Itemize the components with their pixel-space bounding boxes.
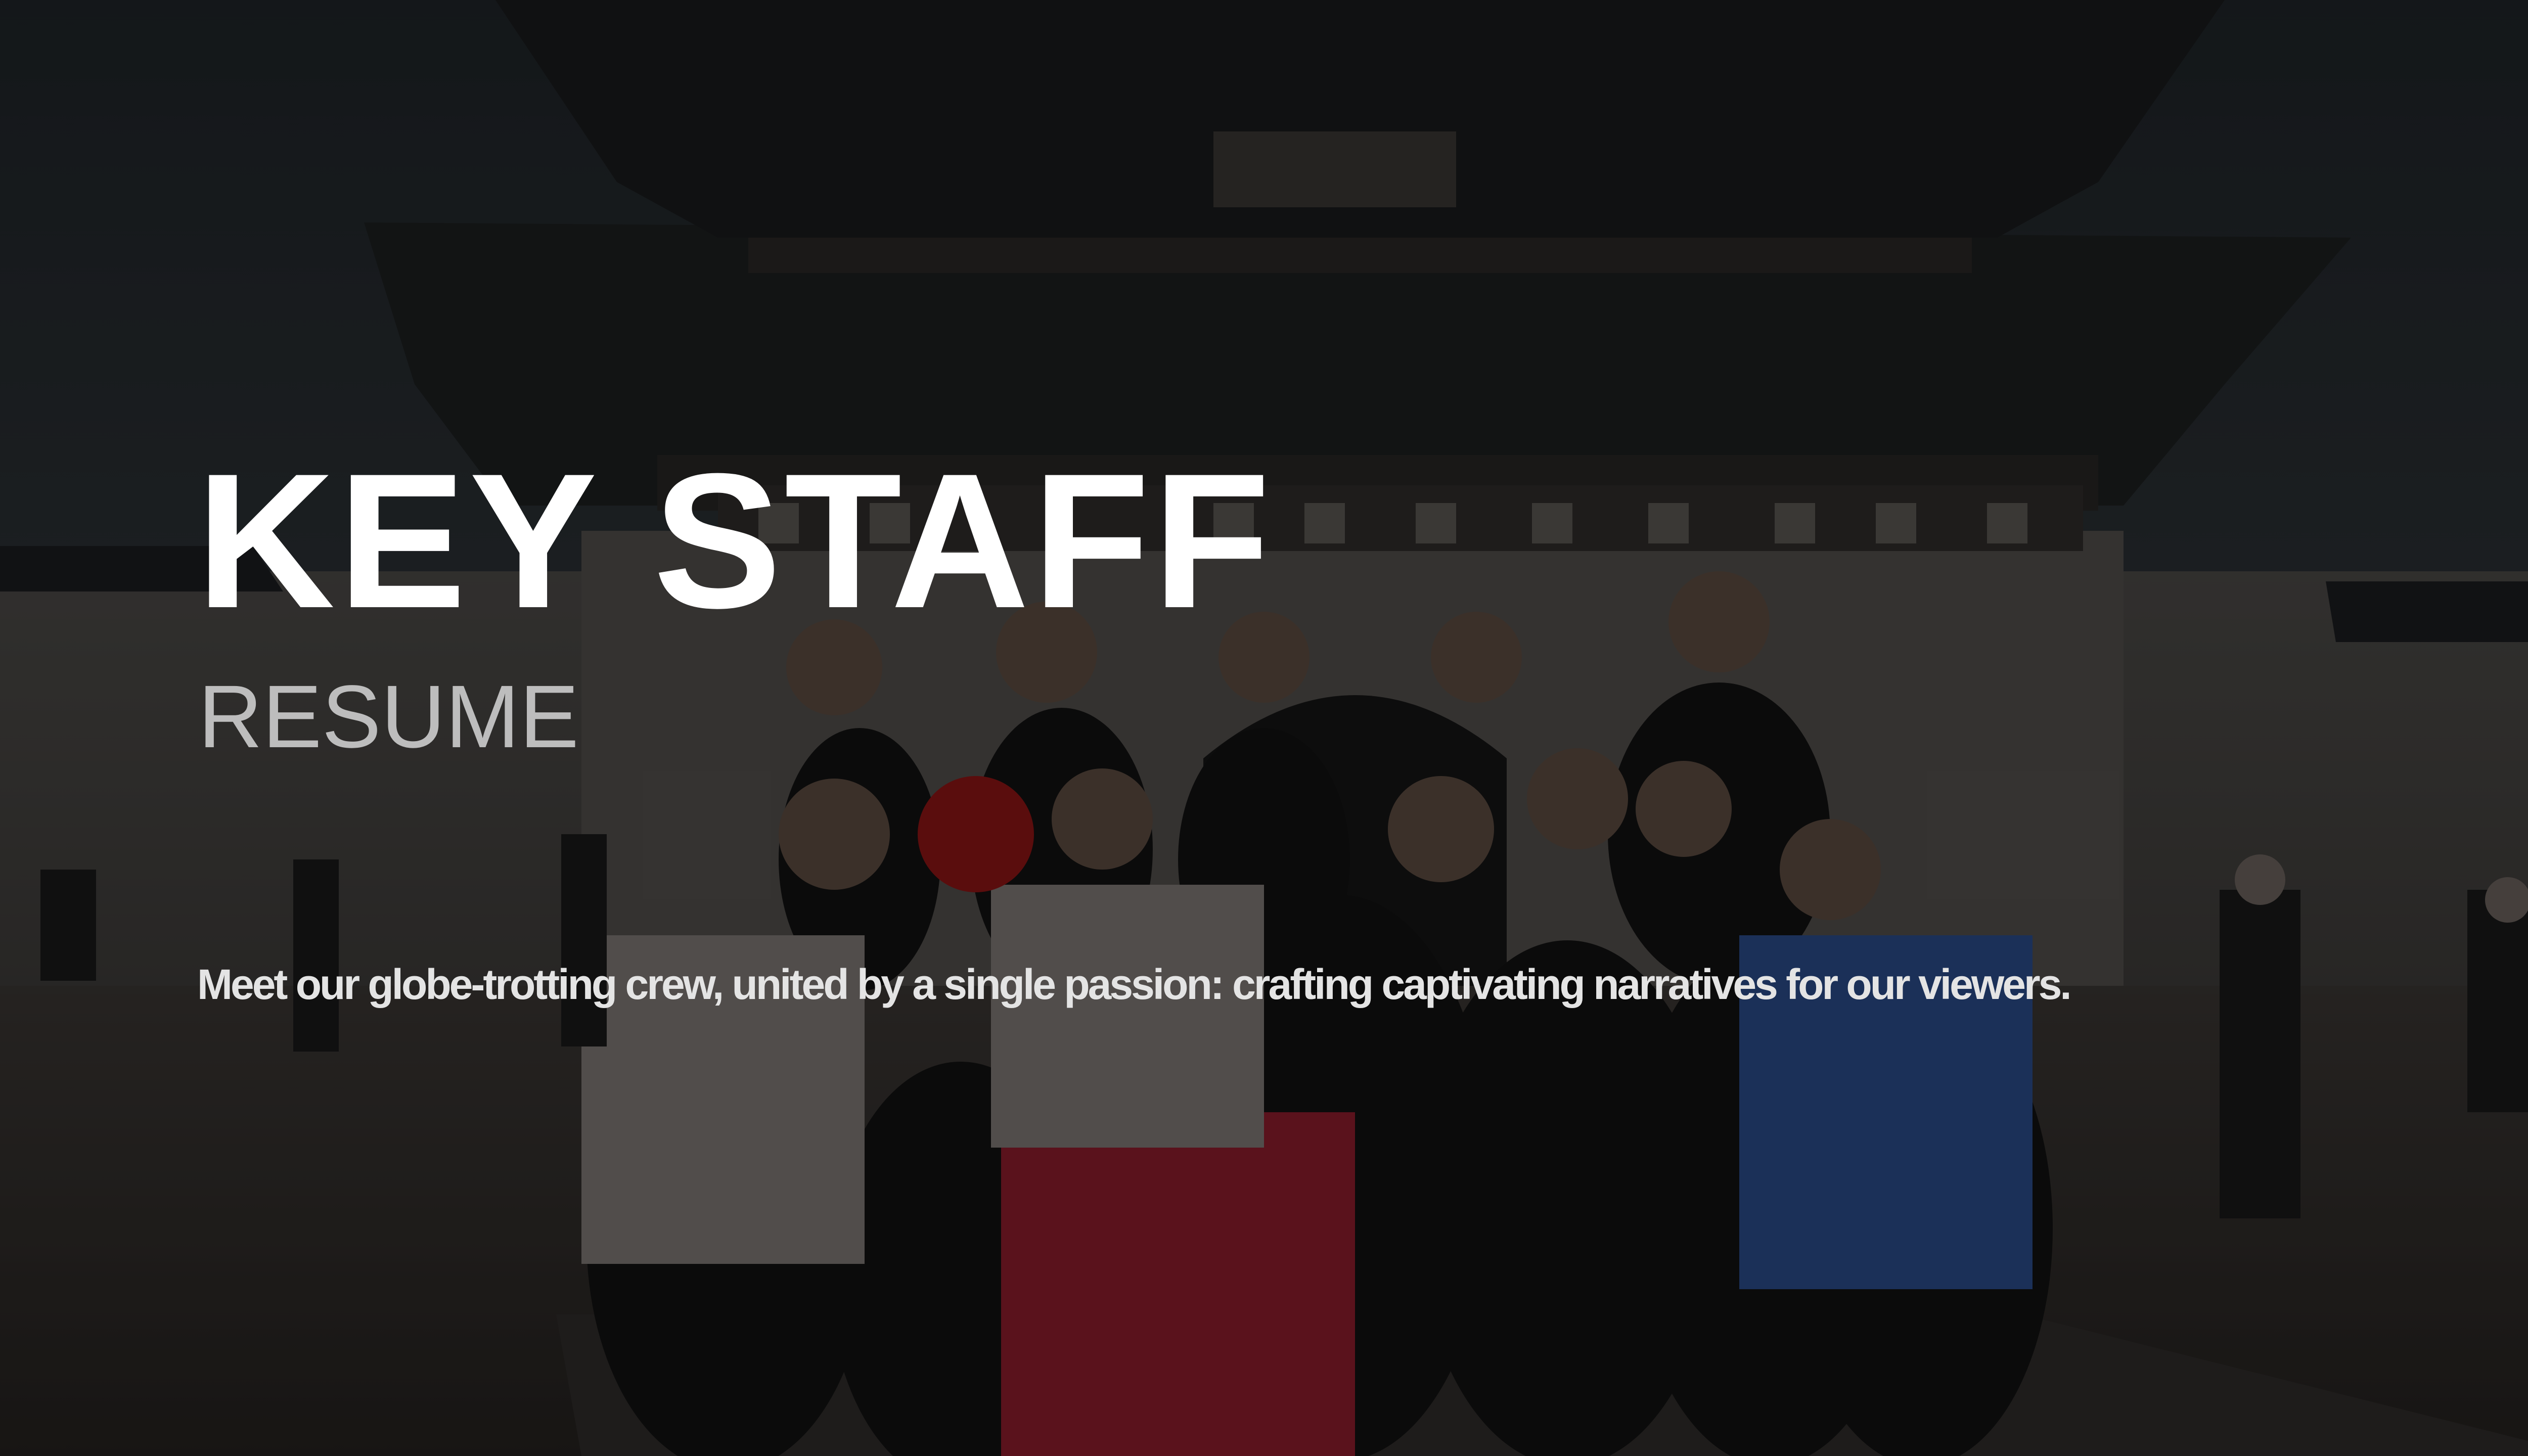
slide-tagline: Meet our globe-trotting crew, united by … xyxy=(197,961,2072,1008)
slide-subtitle: RESUME xyxy=(198,667,579,766)
slide-title: KEY STAFF xyxy=(196,433,1274,648)
slide: KEY STAFF RESUME Meet our globe-trotting… xyxy=(0,0,2528,1456)
